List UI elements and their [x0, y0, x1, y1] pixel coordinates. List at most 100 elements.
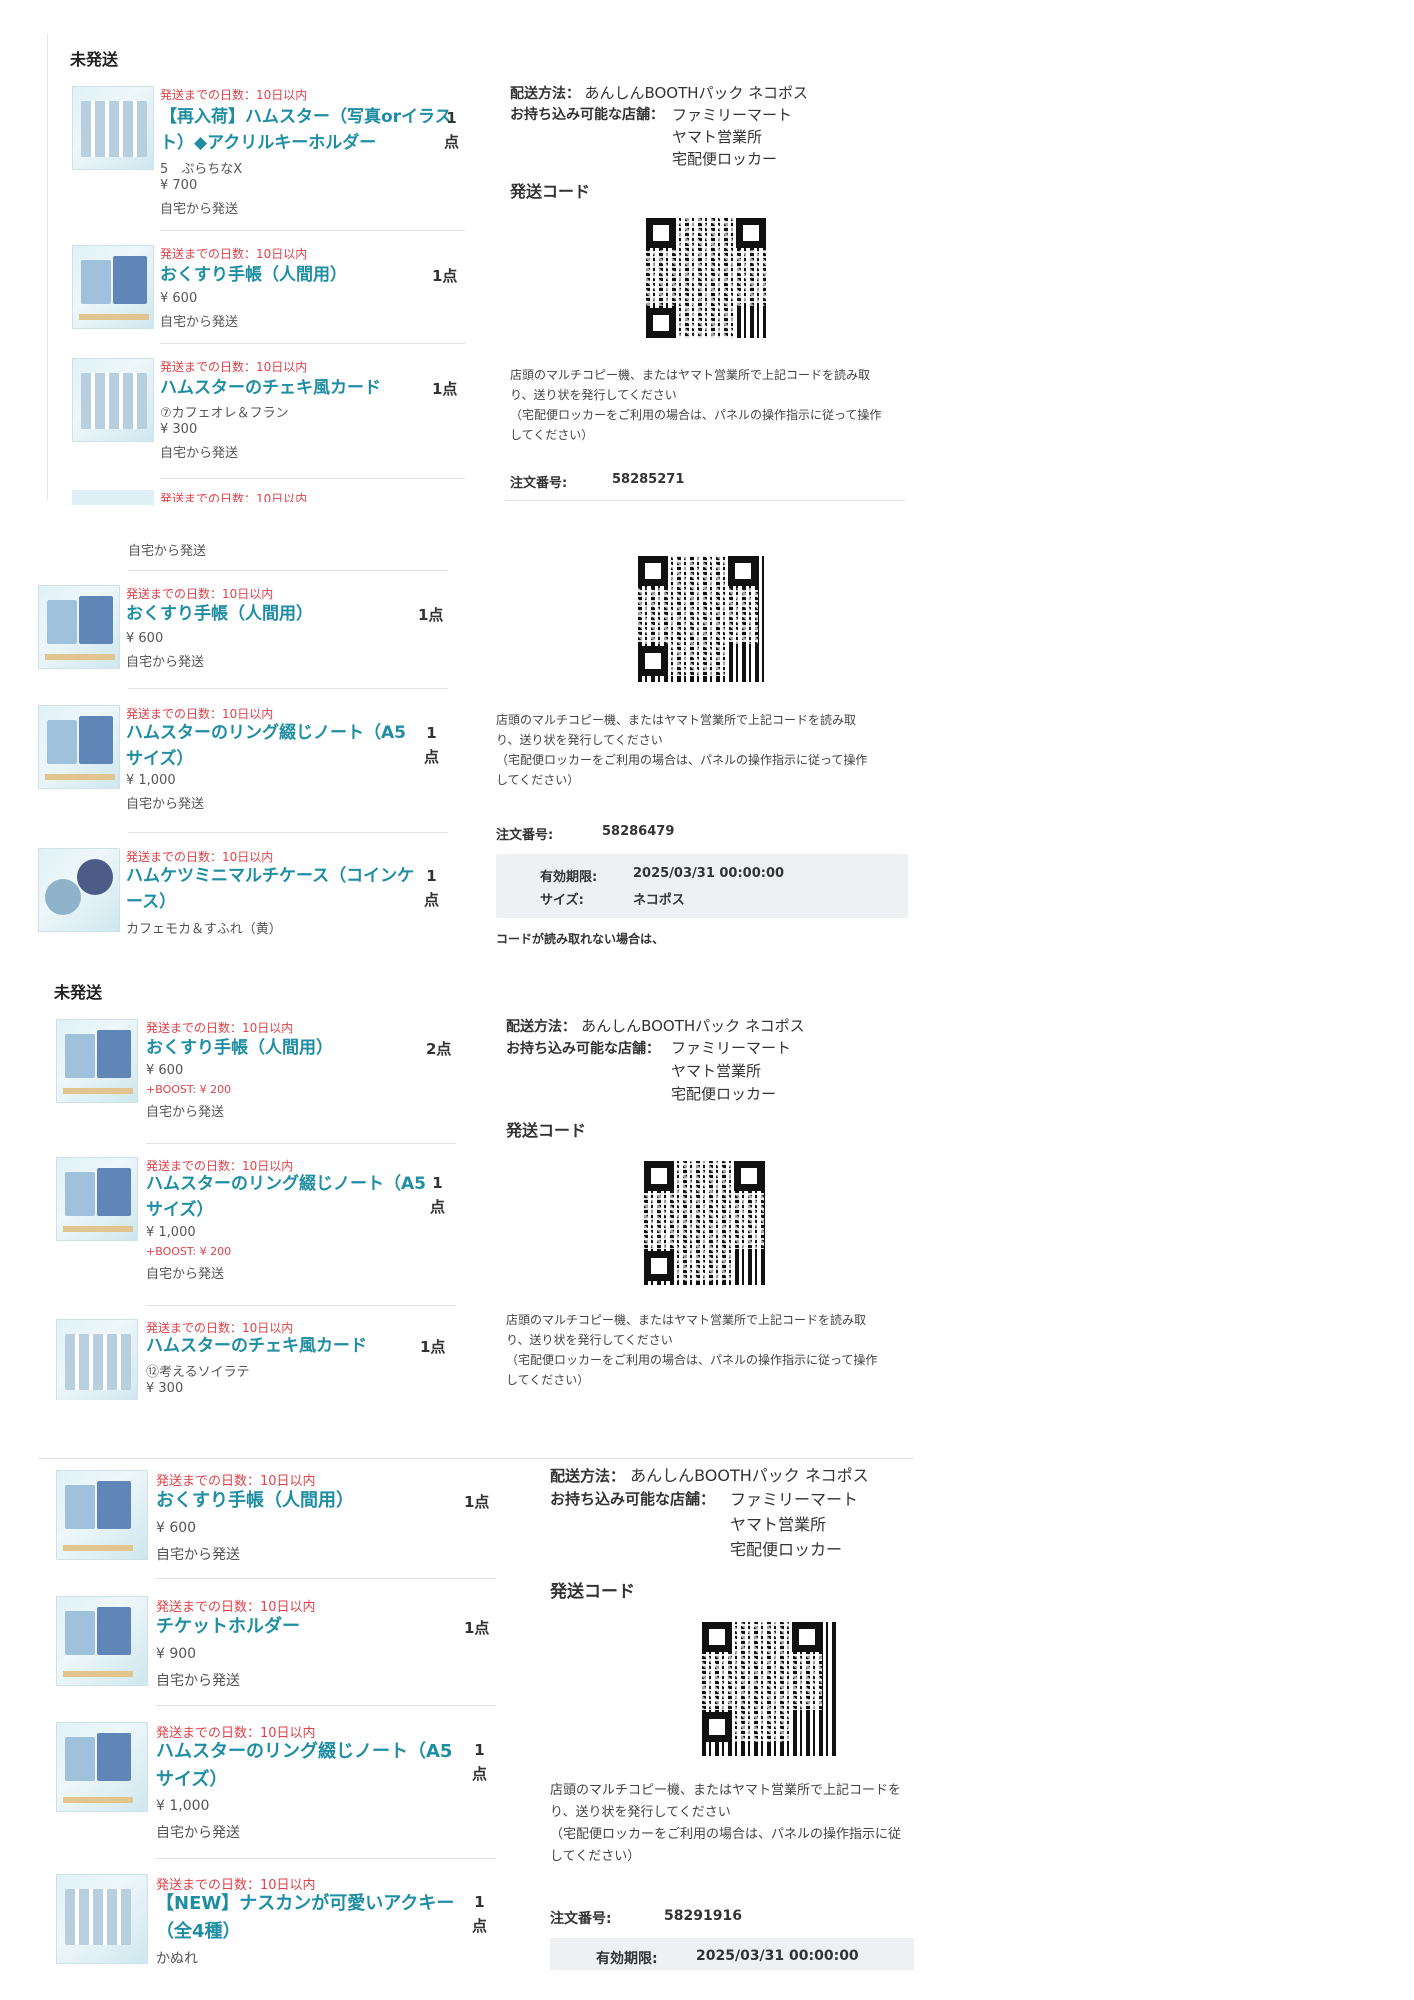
order-item[interactable]: 発送までの日数：10日以内 おくすり手帳（人間用） 2点 ¥ 600 +BOOS… — [56, 1019, 456, 1129]
ship-from: 自宅から発送 — [160, 202, 239, 217]
product-price: ¥ 300 — [160, 422, 198, 437]
quantity: 1点 — [430, 1174, 446, 1216]
product-name-link[interactable]: おくすり手帳（人間用） — [156, 1488, 354, 1514]
shipping-method-value: あんしんBOOTHパック ネコポス — [584, 84, 809, 102]
instruction-text: 店頭のマルチコピー機、またはヤマト営業所で上記コードを読み取 り、送り状を発行して… — [506, 1313, 878, 1387]
product-name-link[interactable]: おくすり手帳（人間用） — [160, 262, 347, 288]
divider — [146, 1143, 456, 1144]
quantity: 1点 — [418, 606, 444, 624]
quantity: 1点 — [472, 1741, 488, 1783]
order-item[interactable]: 発送までの日数：10日以内 ハムケツミニマルチケース（コインケ ース） 1点 カフ… — [38, 848, 448, 948]
order-item[interactable]: 発送までの日数：10日以内 チケットホルダー 1点 ¥ 900 自宅から発送 — [56, 1596, 496, 1706]
product-name-link[interactable]: 【NEW】ナスカンが可愛いアクキー （全4種） — [156, 1890, 454, 1946]
order-item[interactable]: 発送までの日数：10日以内 【再入荷】ハムスター（写真orイラス ト）◆アクリルキ… — [72, 86, 467, 217]
order-item[interactable]: 発送までの日数：10日以内 おくすり手帳（人間用） 1点 ¥ 600 自宅から発… — [56, 1470, 496, 1580]
product-name-link[interactable]: ハムスターのリング綴じノート（A5 サイズ） — [146, 1171, 426, 1223]
product-variant: かぬれ — [156, 1951, 198, 1967]
product-thumbnail[interactable] — [56, 1722, 148, 1812]
quantity: 2点 — [426, 1040, 452, 1058]
ship-from: 自宅から発送 — [128, 544, 207, 559]
expiry-value: 2025/03/31 00:00:00 — [633, 866, 785, 881]
divider — [146, 1305, 456, 1306]
shipping-deadline: 発送までの日数：10日以内 — [126, 587, 274, 601]
product-name-link[interactable]: ハムスターのチェキ風カード — [160, 375, 381, 401]
divider — [160, 343, 465, 344]
divider — [128, 570, 448, 571]
order-number-label: 注文番号: — [550, 1911, 612, 1927]
order-item[interactable]: 発送までの日数：10日以内 ハムスターのリング綴じノート（A5 サイズ） 1点 ¥… — [38, 705, 448, 815]
product-name-link[interactable]: 【再入荷】ハムスター（写真orイラス ト）◆アクリルキーホルダー — [160, 104, 452, 156]
order-item[interactable]: 発送までの日数：10日以内 おくすり手帳（人間用） 1点 ¥ 600 自宅から発… — [38, 585, 448, 685]
drop-stores: お持ち込み可能な店舗： — [510, 104, 664, 124]
drop-stores-label: お持ち込み可能な店舗： — [510, 107, 664, 123]
quantity: 1点 — [464, 1619, 490, 1637]
quantity: 1点 — [432, 380, 458, 398]
left-border — [47, 34, 48, 500]
order-item[interactable]: 発送までの日数：10日以内 ハムスターのリング綴じノート（A5 サイズ） 1点 ¥… — [56, 1157, 456, 1287]
shipping-info: 配送方法： あんしんBOOTHパック ネコポス — [510, 82, 808, 105]
ship-code-title: 発送コード — [550, 1582, 635, 1602]
product-thumbnail[interactable] — [56, 1319, 138, 1400]
order-item[interactable]: 発送までの日数：10日以内 ハムスターのチェキ風カード 1点 ⑦カフェオレ＆フラ… — [72, 358, 467, 468]
product-thumbnail[interactable] — [56, 1019, 138, 1103]
shipping-method-value: あんしんBOOTHパック ネコポス — [630, 1466, 869, 1485]
product-price: ¥ 700 — [160, 178, 198, 193]
divider — [156, 1858, 496, 1859]
product-thumbnail[interactable] — [56, 1157, 138, 1241]
product-price: ¥ 300 — [146, 1381, 184, 1396]
ship-from: 自宅から発送 — [156, 1673, 240, 1689]
product-name-link[interactable]: ハムケツミニマルチケース（コインケ ース） — [126, 863, 414, 915]
product-thumbnail[interactable] — [38, 585, 120, 669]
expiry-label: 有効期限: — [540, 870, 598, 885]
quantity: 1点 — [424, 867, 440, 909]
product-name-link[interactable]: ハムスターのチェキ風カード — [146, 1333, 367, 1359]
quantity: 1点 — [472, 1893, 488, 1935]
product-name-link[interactable]: ハムスターのリング綴じノート（A5 サイズ） — [156, 1738, 452, 1794]
shipping-deadline: 発送までの日数：10日以内 — [160, 88, 308, 102]
shipping-method-label: 配送方法： — [550, 1467, 626, 1485]
product-thumbnail[interactable] — [56, 1596, 148, 1686]
product-name-link[interactable]: ハムスターのリング綴じノート（A5 サイズ） — [126, 720, 406, 772]
expiry-value: 2025/03/31 00:00:00 — [696, 1948, 859, 1964]
product-thumbnail[interactable] — [38, 848, 120, 932]
product-price: ¥ 600 — [146, 1063, 184, 1078]
product-name-link[interactable]: チケットホルダー — [156, 1614, 300, 1640]
quantity: 1点 — [420, 1338, 446, 1356]
ship-from: 自宅から発送 — [160, 446, 239, 461]
order-item[interactable]: 発送までの日数：10日以内 ハムスターのリング綴じノート（A5 サイズ） 1点 ¥… — [56, 1722, 496, 1852]
divider — [156, 1705, 496, 1706]
boost-amount: +BOOST: ¥ 200 — [146, 1083, 232, 1096]
product-thumbnail[interactable] — [38, 705, 120, 789]
qr-code-icon — [644, 1161, 768, 1285]
expiry-box: 有効期限: 2025/03/31 00:00:00 サイズ: ネコポス — [496, 854, 908, 918]
product-variant: ⑫考えるソイラテ — [146, 1365, 250, 1380]
order-number-label: 注文番号: — [496, 828, 554, 843]
order-number-value: 58286479 — [602, 824, 675, 839]
product-name-link[interactable]: おくすり手帳（人間用） — [146, 1035, 333, 1061]
product-thumbnail[interactable] — [56, 1470, 148, 1560]
order-section-1: 未発送 発送までの日数：10日以内 【再入荷】ハムスター（写真orイラス ト）◆ア… — [0, 0, 1414, 505]
store-list: ファミリーマート ヤマト営業所 宅配便ロッカー — [730, 1490, 859, 1559]
order-item[interactable]: 発送までの日数：10日以内 おくすり手帳（人間用） 1点 ¥ 600 自宅から発… — [72, 245, 467, 345]
product-variant: ⑦カフェオレ＆フラン — [160, 406, 289, 421]
product-price: ¥ 1,000 — [156, 1798, 210, 1814]
ship-code-title: 発送コード — [510, 182, 591, 201]
product-thumbnail[interactable] — [72, 358, 154, 442]
quantity: 1点 — [444, 109, 460, 151]
product-thumbnail[interactable] — [72, 245, 154, 329]
product-thumbnail[interactable] — [72, 86, 154, 170]
order-item[interactable]: 発送までの日数：10日以内 【NEW】ナスカンが可愛いアクキー （全4種） 1点 … — [56, 1874, 496, 1967]
quantity: 1点 — [424, 724, 440, 766]
shipping-deadline: 発送までの日数：10日以内 — [160, 360, 308, 374]
product-thumbnail[interactable] — [56, 1874, 148, 1964]
expiry-box: 有効期限: 2025/03/31 00:00:00 — [550, 1938, 914, 1970]
ship-code-title: 発送コード — [506, 1121, 587, 1140]
product-price: ¥ 600 — [156, 1520, 197, 1536]
product-name-link[interactable]: おくすり手帳（人間用） — [126, 601, 313, 627]
shipping-deadline: 発送までの日数：10日以内 — [156, 1474, 316, 1489]
order-item[interactable]: 発送までの日数：10日以内 ハムスターのチェキ風カード 1点 ⑫考えるソイラテ … — [56, 1319, 456, 1400]
divider — [128, 832, 448, 833]
store-list: ファミリーマート ヤマト営業所 宅配便ロッカー — [672, 106, 793, 168]
divider — [38, 1458, 914, 1459]
ship-from: 自宅から発送 — [126, 655, 205, 670]
